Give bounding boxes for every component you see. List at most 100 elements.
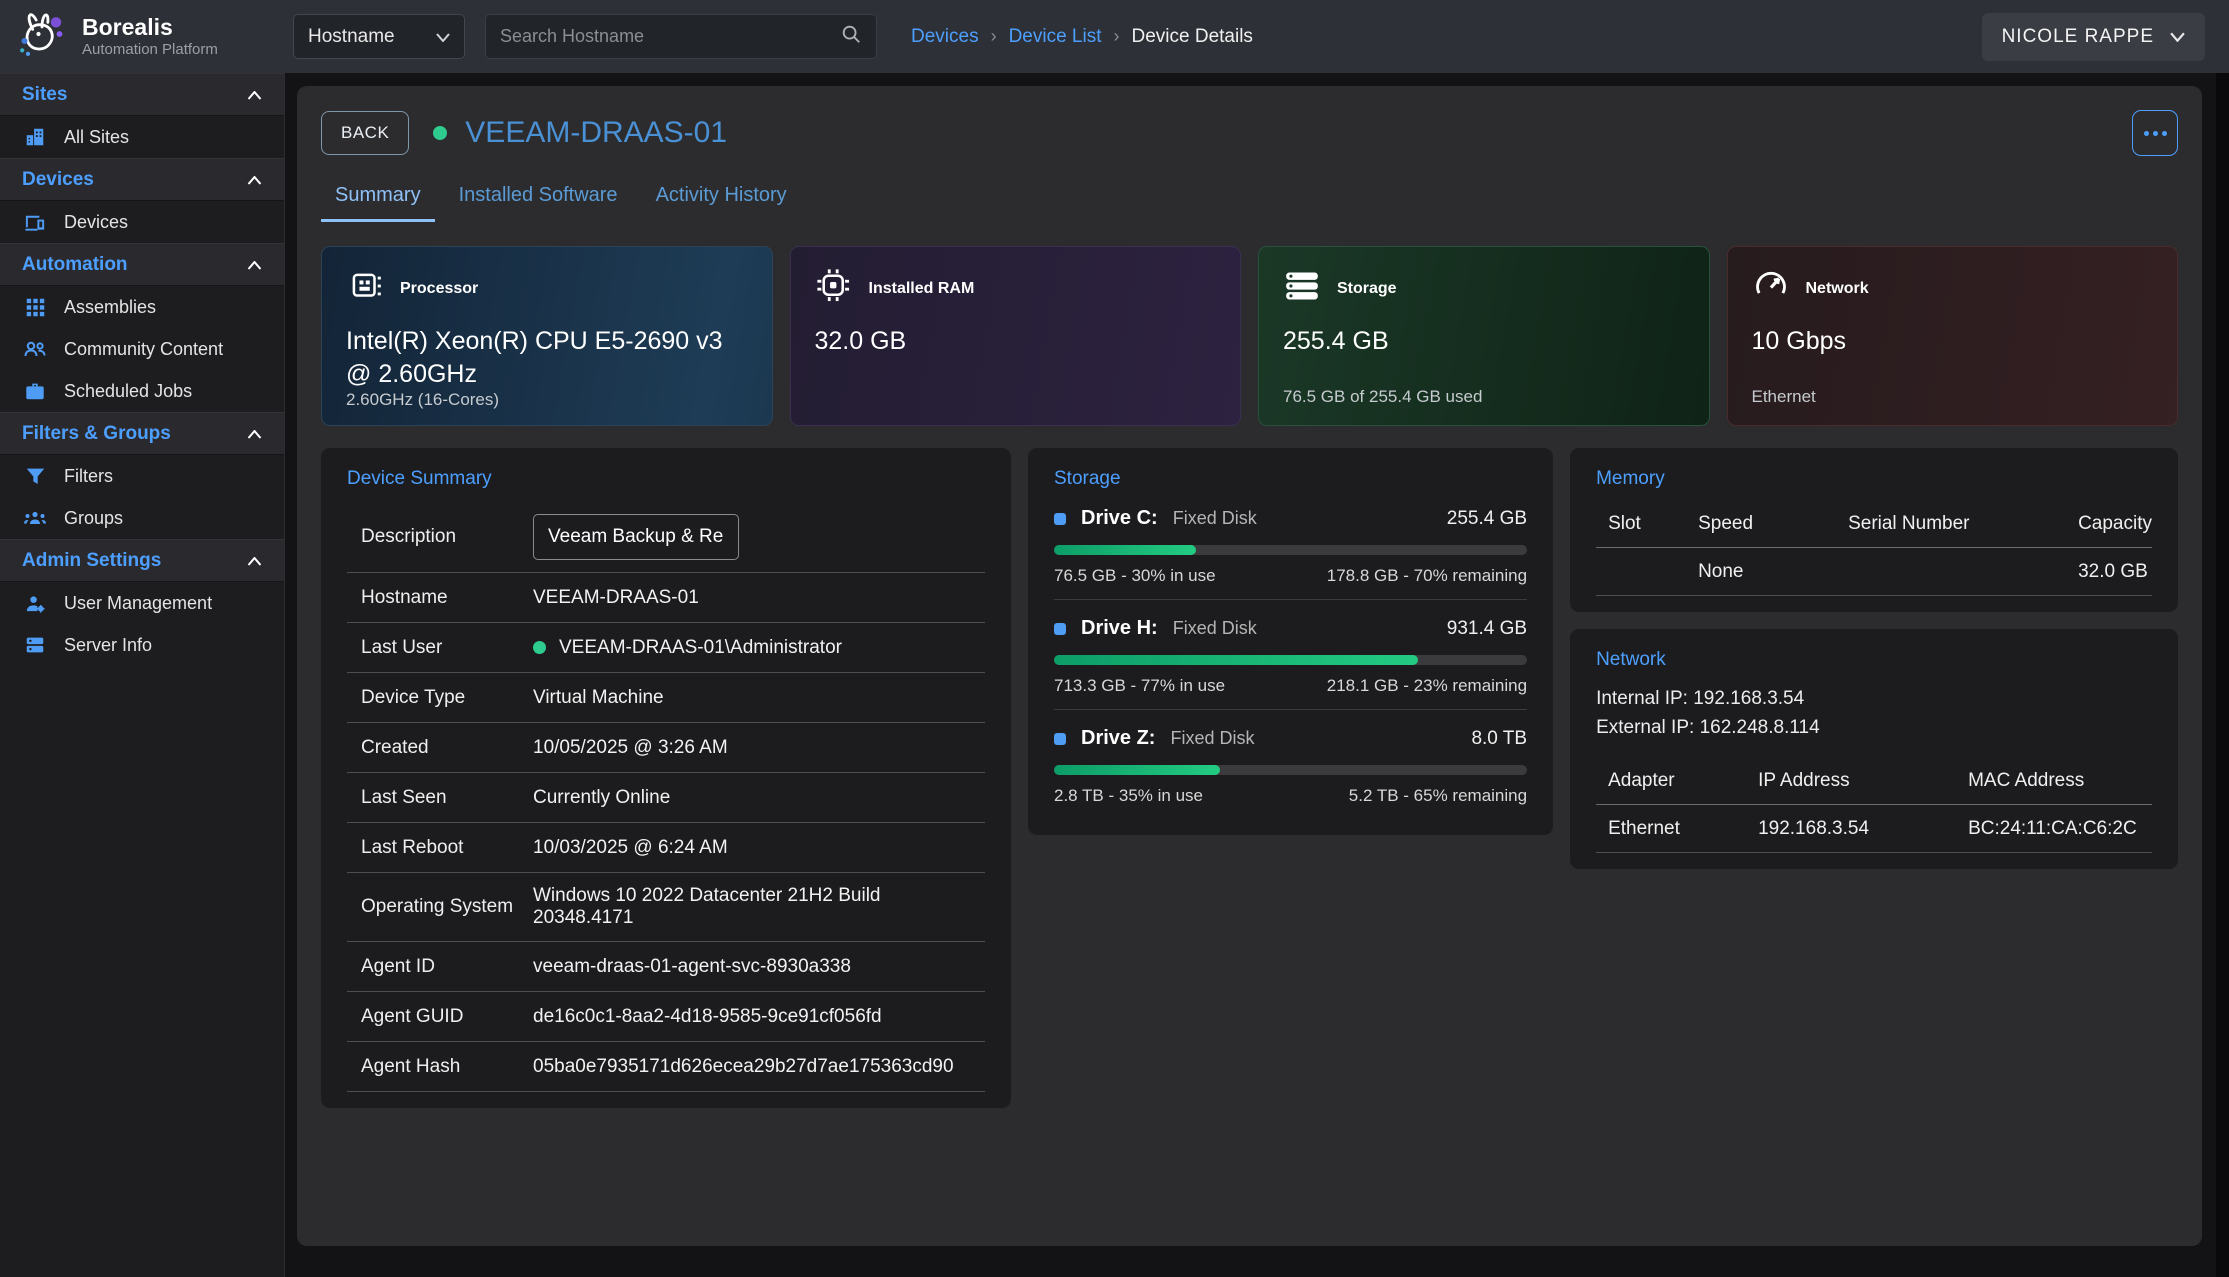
sidebar-section-label: Sites: [22, 84, 67, 106]
drive-remaining-label: 218.1 GB - 23% remaining: [1327, 676, 1527, 696]
network-table-row: Ethernet 192.168.3.54 BC:24:11:CA:C6:2C: [1596, 805, 2152, 853]
breadcrumb: Devices › Device List › Device Details: [911, 26, 1253, 48]
breadcrumb-separator: ›: [1114, 26, 1120, 47]
hostname-filter-select[interactable]: Hostname: [293, 14, 465, 59]
sidebar-section-admin-settings[interactable]: Admin Settings: [0, 539, 284, 582]
summary-row-description: Description: [347, 502, 985, 573]
drive-row-c: Drive C: Fixed Disk 255.4 GB 76.5 GB - 3…: [1054, 490, 1527, 599]
summary-value: Virtual Machine: [533, 687, 664, 709]
tab-activity-history[interactable]: Activity History: [642, 174, 801, 222]
sidebar-item-scheduled-jobs[interactable]: Scheduled Jobs: [0, 370, 284, 412]
memory-capacity: 32.0 GB: [2078, 561, 2152, 583]
adapter-mac: BC:24:11:CA:C6:2C: [1968, 818, 2152, 840]
rabbit-logo-icon: [14, 6, 70, 67]
device-summary-panel: Device Summary Description Hostname VEEA…: [321, 448, 1011, 1108]
sidebar-item-label: All Sites: [64, 127, 129, 148]
groups-icon: [23, 506, 47, 530]
tab-installed-software[interactable]: Installed Software: [445, 174, 632, 222]
sidebar-item-label: Devices: [64, 212, 128, 233]
description-input[interactable]: [533, 514, 739, 560]
user-menu-button[interactable]: NICOLE RAPPE: [1982, 13, 2205, 61]
drive-size: 931.4 GB: [1447, 618, 1527, 640]
processor-card: Processor Intel(R) Xeon(R) CPU E5-2690 v…: [321, 246, 773, 426]
external-ip: External IP: 162.248.8.114: [1596, 713, 2152, 742]
column-header: Speed: [1698, 513, 1848, 535]
adapter-name: Ethernet: [1608, 818, 1758, 840]
sidebar: Sites All Sites Devices Devices Automati…: [0, 73, 285, 1277]
sidebar-item-filters[interactable]: Filters: [0, 455, 284, 497]
search-input[interactable]: [500, 26, 840, 47]
sidebar-section-devices[interactable]: Devices: [0, 158, 284, 201]
sidebar-section-automation[interactable]: Automation: [0, 243, 284, 286]
search-box[interactable]: [485, 14, 877, 59]
scrollbar-track[interactable]: [2216, 73, 2229, 1277]
drive-usage-bar: [1054, 545, 1527, 555]
column-header: Capacity: [2078, 513, 2152, 535]
installed-ram-card: Installed RAM 32.0 GB: [790, 246, 1242, 426]
drive-used-label: 713.3 GB - 77% in use: [1054, 676, 1225, 696]
gauge-icon: [1752, 267, 1790, 310]
sidebar-item-devices[interactable]: Devices: [0, 201, 284, 243]
summary-label: Operating System: [361, 896, 533, 918]
sidebar-item-user-management[interactable]: User Management: [0, 582, 284, 624]
ram-chip-icon: [815, 267, 853, 310]
drive-bullet-icon: [1054, 623, 1066, 635]
panel-title: Network: [1596, 649, 2152, 671]
summary-row-agent-guid: Agent GUID de16c0c1-8aa2-4d18-9585-9ce91…: [347, 992, 985, 1042]
sidebar-section-sites[interactable]: Sites: [0, 73, 284, 116]
sidebar-item-assemblies[interactable]: Assemblies: [0, 286, 284, 328]
drive-size: 255.4 GB: [1447, 508, 1527, 530]
summary-row-device-type: Device Type Virtual Machine: [347, 673, 985, 723]
processor-footer: 2.60GHz (16-Cores): [346, 390, 748, 410]
drive-name: Drive Z:: [1081, 727, 1155, 750]
storage-footer: 76.5 GB of 255.4 GB used: [1283, 387, 1685, 407]
drive-usage-fill: [1054, 545, 1196, 555]
top-bar: Borealis Automation Platform Hostname De…: [0, 0, 2229, 73]
building-icon: [23, 125, 47, 149]
user-online-dot: [533, 641, 546, 654]
more-actions-button[interactable]: [2132, 110, 2178, 156]
drive-usage-bar: [1054, 655, 1527, 665]
sidebar-item-all-sites[interactable]: All Sites: [0, 116, 284, 158]
breadcrumb-device-list[interactable]: Device List: [1009, 26, 1102, 48]
memory-panel: Memory Slot Speed Serial Number Capacity…: [1570, 448, 2178, 612]
summary-label: Last Seen: [361, 787, 533, 809]
device-details-card: BACK VEEAM-DRAAS-01 Summary Installed So…: [297, 86, 2202, 1246]
right-panels-column: Memory Slot Speed Serial Number Capacity…: [1570, 448, 2178, 869]
chevron-up-icon: [247, 254, 262, 276]
summary-row-last-reboot: Last Reboot 10/03/2025 @ 6:24 AM: [347, 823, 985, 873]
chevron-up-icon: [247, 84, 262, 106]
ram-value: 32.0 GB: [815, 325, 1217, 358]
tab-summary[interactable]: Summary: [321, 174, 435, 222]
briefcase-icon: [23, 379, 47, 403]
network-value: 10 Gbps: [1752, 325, 2154, 358]
summary-value: 05ba0e7935171d626ecea29b27d7ae175363cd90: [533, 1056, 954, 1078]
summary-value: de16c0c1-8aa2-4d18-9585-9ce91cf056fd: [533, 1006, 882, 1028]
memory-table-header: Slot Speed Serial Number Capacity: [1596, 500, 2152, 548]
storage-value: 255.4 GB: [1283, 325, 1685, 358]
memory-speed: None: [1698, 561, 1848, 583]
summary-label: Agent GUID: [361, 1006, 533, 1028]
back-button[interactable]: BACK: [321, 111, 409, 155]
sidebar-item-groups[interactable]: Groups: [0, 497, 284, 539]
breadcrumb-devices[interactable]: Devices: [911, 26, 979, 48]
summary-row-agent-id: Agent ID veeam-draas-01-agent-svc-8930a3…: [347, 942, 985, 992]
summary-row-agent-hash: Agent Hash 05ba0e7935171d626ecea29b27d7a…: [347, 1042, 985, 1092]
storage-stack-icon: [1283, 267, 1321, 310]
sidebar-item-community-content[interactable]: Community Content: [0, 328, 284, 370]
sidebar-section-label: Devices: [22, 169, 94, 191]
stat-cards-row: Processor Intel(R) Xeon(R) CPU E5-2690 v…: [321, 246, 2178, 426]
grid-icon: [23, 295, 47, 319]
sidebar-section-label: Filters & Groups: [22, 423, 171, 445]
column-header: Serial Number: [1848, 513, 2078, 535]
sidebar-item-label: Assemblies: [64, 297, 156, 318]
drive-name: Drive H:: [1081, 617, 1158, 640]
summary-value: 10/03/2025 @ 6:24 AM: [533, 837, 728, 859]
people-icon: [23, 337, 47, 361]
memory-table-row: None 32.0 GB: [1596, 548, 2152, 596]
drive-row-z: Drive Z: Fixed Disk 8.0 TB 2.8 TB - 35% …: [1054, 709, 1527, 819]
sidebar-section-filters-groups[interactable]: Filters & Groups: [0, 412, 284, 455]
drive-bullet-icon: [1054, 733, 1066, 745]
funnel-icon: [23, 464, 47, 488]
sidebar-item-server-info[interactable]: Server Info: [0, 624, 284, 666]
